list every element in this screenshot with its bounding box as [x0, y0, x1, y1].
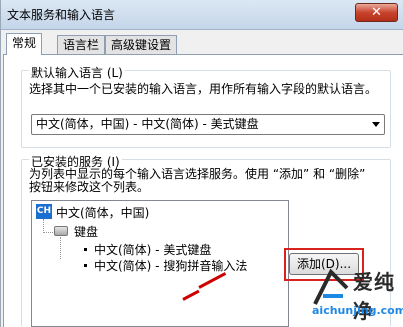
installed-services-description: 为列表中显示的每个输入语言选择服务。使用 “添加” 和 “删除” 按钮来修改这个…	[29, 167, 366, 194]
bullet-icon	[84, 264, 87, 267]
close-button[interactable]: ✕	[355, 3, 398, 22]
dialog-window: 文本服务和输入语言 ✕ 常规 语言栏 高级键设置 默认输入语言 (L) 选择其中…	[0, 0, 403, 327]
tab-strip: 常规 语言栏 高级键设置	[1, 33, 403, 55]
chevron-down-icon	[372, 122, 380, 127]
tree-item[interactable]: 中文(简体) - 美式键盘	[94, 241, 211, 258]
default-language-description: 选择其中一个已安装的输入语言，用作所有输入字段的默认语言。	[29, 82, 378, 96]
title-bar: 文本服务和输入语言 ✕	[1, 0, 403, 30]
tab-language-bar[interactable]: 语言栏	[57, 35, 106, 54]
default-language-select[interactable]: 中文(简体，中国) - 中文(简体) - 美式键盘	[31, 114, 385, 135]
default-language-label: 默认输入语言 (L)	[29, 64, 125, 81]
tree-category-keyboard[interactable]: 键盘	[74, 223, 98, 240]
bullet-icon	[84, 248, 87, 251]
tab-advanced-key-settings[interactable]: 高级键设置	[105, 35, 178, 54]
language-badge-icon: CH	[36, 204, 52, 219]
default-language-value: 中文(简体，中国) - 中文(简体) - 美式键盘	[36, 117, 259, 131]
keyboard-icon	[54, 226, 68, 236]
watermark-logo-icon	[313, 268, 349, 305]
tab-general[interactable]: 常规	[6, 33, 43, 55]
window-title: 文本服务和输入语言	[7, 8, 116, 22]
services-tree[interactable]: CH 中文(简体，中国) 键盘 中文(简体) - 美式键盘 中文(简体) - 搜…	[31, 200, 289, 327]
watermark-url: aichunjing.com	[312, 304, 403, 317]
tree-language-label[interactable]: 中文(简体，中国)	[56, 204, 149, 221]
